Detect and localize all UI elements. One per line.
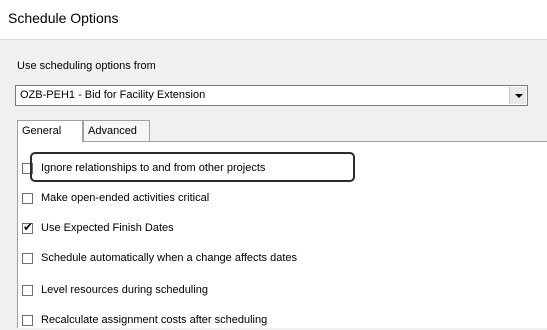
level-resources-checkbox[interactable]	[22, 285, 33, 296]
scheduling-source-dropdown[interactable]: OZB-PEH1 - Bid for Facility Extension	[15, 85, 528, 106]
option-label: Use Expected Finish Dates	[41, 222, 174, 234]
option-label: Level resources during scheduling	[41, 284, 208, 296]
option-label: Recalculate assignment costs after sched…	[41, 314, 268, 326]
recalculate-costs-checkbox[interactable]	[22, 315, 33, 326]
schedule-automatically-checkbox[interactable]	[22, 253, 33, 264]
option-label: Make open-ended activities critical	[41, 192, 210, 204]
dialog-title: Schedule Options	[8, 10, 119, 26]
title-bar: Schedule Options	[0, 0, 547, 40]
checkmark-icon: ✔	[23, 220, 34, 234]
tab-general[interactable]: General	[17, 120, 83, 142]
tab-advanced-label: Advanced	[88, 125, 137, 137]
dropdown-button[interactable]	[509, 87, 526, 104]
tab-general-label: General	[22, 125, 62, 137]
schedule-options-dialog: Schedule Options Use scheduling options …	[0, 0, 547, 328]
chevron-down-icon	[515, 94, 523, 98]
ignore-relationships-checkbox[interactable]	[22, 163, 33, 174]
open-ended-critical-checkbox[interactable]	[22, 193, 33, 204]
scheduling-source-label: Use scheduling options from	[17, 60, 156, 72]
tab-advanced[interactable]: Advanced	[83, 120, 150, 142]
option-label: Schedule automatically when a change aff…	[41, 252, 298, 264]
scheduling-source-value: OZB-PEH1 - Bid for Facility Extension	[20, 89, 206, 101]
expected-finish-checkbox[interactable]: ✔	[22, 220, 34, 234]
option-label: Ignore relationships to and from other p…	[41, 162, 266, 174]
